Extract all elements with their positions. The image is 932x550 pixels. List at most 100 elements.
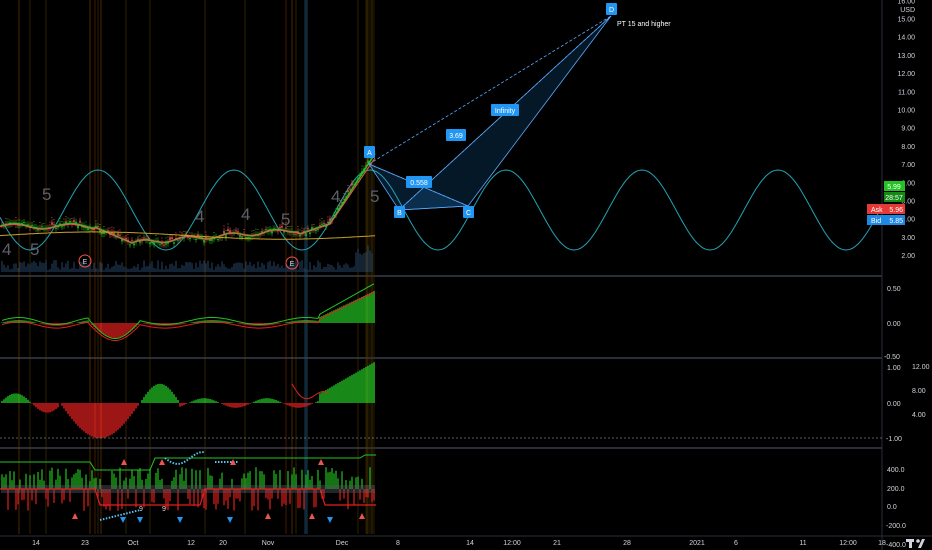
histogram-bar [361,296,363,323]
volume-bar [245,261,247,272]
candle-body [235,230,237,232]
oscillator-tick [333,485,335,493]
candle-dot: • [313,222,315,227]
volume-bar [323,266,325,272]
oscillator-pane-2[interactable] [0,362,882,439]
svg-text:E: E [83,259,88,266]
squeeze-bar [291,403,293,407]
volume-bar [273,261,275,272]
earnings-marker-1[interactable]: E [78,254,92,268]
oscillator-tick [343,485,345,493]
volume-bar [163,269,165,272]
histogram-bar [101,323,103,334]
oscillator-tick [137,485,139,493]
oscillator-tick [157,485,159,493]
date-tick-label: 6 [734,540,738,547]
volume-bar [65,263,67,272]
volume-bar [371,253,373,272]
squeeze-bar [195,399,197,403]
volume-bar [167,268,169,272]
candle-dot: • [49,219,51,224]
harmonic-pattern[interactable]: A B C D 0.558 3.69 Infinity [364,3,617,218]
count-label: 5 [42,185,51,204]
signal-triangle-down [120,517,126,523]
signal-triangle-down [137,517,143,523]
svg-text:Bid: Bid [871,218,881,225]
histogram-bar [105,323,107,336]
svg-text:E: E [290,261,295,268]
ratio-label-0558[interactable]: 0.558 [406,176,432,188]
squeeze-bar [283,403,285,404]
svg-text:5.96: 5.96 [889,207,903,214]
oscillator-pane-3[interactable]: 9 9 [0,451,376,523]
oscillator-tick [181,485,183,493]
squeeze-bar [125,403,127,422]
candle-body [163,244,165,246]
date-axis[interactable]: 14 23 Oct 12 20 Nov Dec 8 14 12:00 21 28 2021 6 11 12:0… [32,540,886,547]
squeeze-bar [71,403,73,419]
pane-dividers[interactable] [0,0,932,550]
candle-dot: • [43,220,45,225]
oscillator-tick [175,485,177,493]
oscillator-tick [159,485,161,493]
squeeze-bar [9,394,11,403]
candle-dot: • [291,223,293,228]
price-tick-label: 3.00 [901,235,915,242]
squeeze-bar [29,401,31,403]
squeeze-bar [229,403,231,408]
squeeze-bar [199,398,201,403]
candle-dot: • [225,227,227,232]
squeeze-bar [321,392,323,403]
pattern-point-d[interactable]: D [606,3,617,15]
candle-dot: • [227,221,229,226]
volume-bar [263,264,265,272]
volume-bar [169,264,171,272]
volume-bar [45,260,47,272]
svg-text:12.00: 12.00 [912,364,930,371]
squeeze-bar [233,403,235,408]
squeeze-bar [41,403,43,412]
date-tick-label: 12 [187,540,195,547]
oscillator-pane-1[interactable] [1,283,375,341]
volume-bar [51,263,53,272]
squeeze-bar [133,403,135,412]
svg-text:0.50: 0.50 [887,286,901,293]
histogram-bar [41,323,43,325]
tradingview-logo[interactable] [906,539,925,548]
squeeze-bar [177,399,179,403]
oscillator-tick [179,485,181,493]
histogram-bar [277,323,279,324]
candle-body [165,243,167,245]
main-price-pane[interactable]: • • • • • • • • •• • ••• • • • •• •• • • • •• •• • •• • • • •• • • • •… [0,3,882,272]
squeeze-bar [243,403,245,407]
squeeze-bar [211,399,213,403]
histogram-bar [345,304,347,323]
oscillator-tick [199,485,201,493]
volume-bar [39,261,41,272]
histogram-bar [123,323,125,336]
volume-bar [117,264,119,272]
squeeze-bar [247,403,249,405]
volume-bar [301,260,303,272]
squeeze-bar [257,400,259,403]
bid-price-tag: Bid 5.85 [867,215,905,225]
chart-canvas[interactable]: • • • • • • • • •• • ••• • • • •• •• • • • •• •• • •• • • • •• • • • •… [0,0,932,550]
histogram-bar [109,323,111,338]
candle-body [61,226,63,228]
histogram-bar [183,323,185,324]
pattern-point-c[interactable]: C [463,206,474,218]
pattern-point-a[interactable]: A [364,146,375,158]
pattern-point-b[interactable]: B [394,206,405,218]
svg-text:28:57: 28:57 [885,195,903,202]
ratio-label-369[interactable]: 3.69 [446,129,466,141]
histogram-bar [343,305,345,323]
squeeze-bar [201,398,203,403]
candle-body [55,227,57,229]
svg-text:0.00: 0.00 [887,401,901,408]
date-tick-label: Oct [128,540,139,547]
squeeze-bar [93,403,95,438]
histogram-bar [355,299,357,323]
volume-bar [209,268,211,272]
ratio-label-infinity[interactable]: Infinity [491,104,519,116]
count-label: 5 [30,240,39,259]
